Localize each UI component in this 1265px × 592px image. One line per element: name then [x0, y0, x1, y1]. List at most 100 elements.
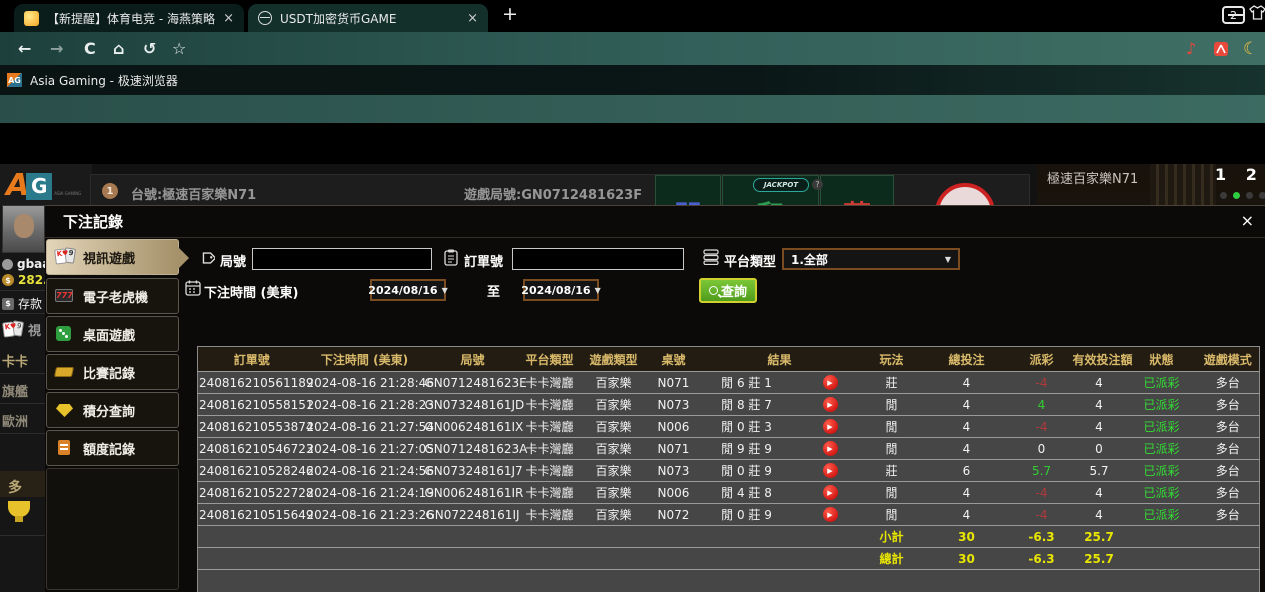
home-icon[interactable]: ⌂: [113, 32, 124, 65]
cell-payout: -4: [1012, 504, 1072, 526]
night-mode-icon[interactable]: ☾: [1243, 32, 1258, 65]
minimize-icon[interactable]: [1228, 14, 1244, 16]
replay-video-icon[interactable]: ▶: [823, 485, 838, 500]
order-input[interactable]: [512, 248, 684, 270]
replay-video-icon[interactable]: ▶: [823, 441, 838, 456]
username-row: gbaa: [2, 257, 45, 271]
sidebar-item-match-records[interactable]: 比賽記錄: [46, 354, 179, 390]
cell-status: 已派彩: [1127, 482, 1197, 504]
browser-tab-2[interactable]: USDT加密货币GAME ×: [248, 4, 488, 32]
cell-platform: 卡卡灣廳: [522, 504, 578, 526]
cell-game-type: 百家樂: [578, 504, 650, 526]
seat-number-badge: 1: [102, 183, 118, 199]
back-icon[interactable]: ←: [18, 32, 31, 65]
table-row: 240816210558151 2024-08-16 21:28:23 GN07…: [198, 394, 1260, 416]
flagship-hall-item[interactable]: 旗艦: [2, 381, 28, 400]
clipboard-icon: [444, 249, 458, 266]
replay-video-icon[interactable]: ▶: [823, 397, 838, 412]
reader-icon[interactable]: [1213, 32, 1229, 65]
bookmark-star-icon[interactable]: ☆: [172, 32, 186, 65]
search-button[interactable]: 查詢: [699, 278, 757, 303]
cell-payout: 0: [1012, 438, 1072, 460]
deposit-icon: $: [2, 298, 14, 310]
cell-round: GN0712481623A: [424, 438, 522, 460]
platform-select[interactable]: 1.全部 ▼: [782, 248, 960, 270]
tab1-title: 【新提醒】体育电竞 - 海燕策略: [47, 10, 215, 27]
cell-payout: -4: [1012, 416, 1072, 438]
trophy-icon[interactable]: [8, 501, 30, 517]
cell-game-type: 百家樂: [578, 416, 650, 438]
modal-sidebar: 9K♥ 視訊遊戲 777 電子老虎機 桌面遊戲 比賽記錄 積分查詢 額度記錄: [45, 239, 182, 592]
sidebar-item-video-games[interactable]: 9K♥ 視訊遊戲: [46, 239, 179, 275]
avatar[interactable]: [2, 205, 45, 253]
cell-game-type: 百家樂: [578, 482, 650, 504]
cell-valid-bet: 4: [1072, 482, 1127, 504]
cell-time: 2024-08-16 21:27:05: [306, 438, 424, 460]
skin-theme-icon[interactable]: [1249, 5, 1265, 24]
new-tab-button[interactable]: +: [502, 3, 518, 25]
replay-video-icon[interactable]: ▶: [823, 419, 838, 434]
screen: 【新提醒】体育电竞 - 海燕策略 × USDT加密货币GAME × + 2 ← …: [0, 0, 1265, 592]
page-top-gap: [0, 123, 1265, 164]
cell-order: 240816210515649: [198, 504, 306, 526]
to-label: 至: [487, 281, 500, 300]
asia-gaming-logo: A G ASIA GAMING: [0, 164, 92, 208]
round-input[interactable]: [252, 248, 432, 270]
sidebar-item-points-query[interactable]: 積分查詢: [46, 392, 179, 428]
cell-game-type: 百家樂: [578, 394, 650, 416]
tab2-title: USDT加密货币GAME: [280, 10, 459, 27]
col-header-play: 玩法: [862, 347, 922, 372]
subtotal-valid: 25.7: [1072, 526, 1127, 548]
replay-video-icon[interactable]: ▶: [823, 463, 838, 478]
cell-valid-bet: 4: [1072, 394, 1127, 416]
undo-icon[interactable]: ↺: [143, 32, 156, 65]
reload-icon[interactable]: C: [84, 32, 96, 65]
jackpot-help-icon[interactable]: ?: [812, 179, 823, 190]
total-bet: 30: [922, 548, 1012, 570]
total-row: 總計 30 -6.3 25.7: [198, 548, 1260, 570]
replay-video-icon[interactable]: ▶: [823, 507, 838, 522]
cell-payout: -4: [1012, 372, 1072, 394]
multi-table-item[interactable]: 多: [8, 477, 22, 497]
cell-round: GN0712481623E: [424, 372, 522, 394]
sidebar-item-slots[interactable]: 777 電子老虎機: [46, 278, 179, 314]
camera-numbers[interactable]: 1 2 3 4: [1215, 165, 1265, 184]
sidebar-item-quota-records[interactable]: 額度記錄: [46, 430, 179, 466]
deposit-item[interactable]: $存款: [2, 295, 42, 312]
subtotal-bet: 30: [922, 526, 1012, 548]
col-header-platform: 平台類型: [522, 347, 578, 372]
cell-mode: 多台: [1197, 372, 1260, 394]
replay-video-icon[interactable]: ▶: [823, 375, 838, 390]
document-icon: [54, 439, 76, 457]
close-icon[interactable]: ×: [1241, 213, 1254, 229]
date-to-picker[interactable]: 2024/08/16 ▼: [523, 279, 599, 301]
col-header-result: 結果: [698, 347, 862, 372]
balance-row: $282.: [2, 273, 45, 287]
cell-table-no: N071: [650, 372, 698, 394]
cell-result: 閒 4 莊 8 ▶: [698, 482, 862, 504]
order-filter-label: 訂單號: [464, 251, 503, 270]
tab1-close-icon[interactable]: ×: [223, 11, 234, 26]
europe-hall-item[interactable]: 歐洲: [2, 411, 28, 430]
cell-result: 閒 0 莊 3 ▶: [698, 416, 862, 438]
date-from-picker[interactable]: 2024/08/16 ▼: [370, 279, 446, 301]
video-games-item[interactable]: 9K♥ 視: [2, 320, 41, 339]
sidebar-item-table-games[interactable]: 桌面遊戲: [46, 316, 179, 352]
tab2-close-icon[interactable]: ×: [467, 11, 478, 26]
music-icon[interactable]: ♪: [1186, 32, 1196, 65]
cell-status: 已派彩: [1127, 438, 1197, 460]
multi-table-highlight: [0, 471, 45, 497]
gem-icon: [54, 401, 76, 419]
cell-round: GN073248161JD: [424, 394, 522, 416]
app-address-row: https://gci.2hhapi.com/agingame/pcv1/ind…: [0, 95, 1265, 123]
cell-mode: 多台: [1197, 394, 1260, 416]
cell-play: 閒: [862, 504, 922, 526]
cell-result: 閒 9 莊 9 ▶: [698, 438, 862, 460]
cell-order: 240816210546723: [198, 438, 306, 460]
browser-tab-1[interactable]: 【新提醒】体育电竞 - 海燕策略 ×: [14, 4, 244, 32]
cell-round: GN006248161IR: [424, 482, 522, 504]
cell-result: 閒 0 莊 9 ▶: [698, 460, 862, 482]
kaka-hall-item[interactable]: 卡卡: [2, 351, 28, 370]
forward-icon[interactable]: →: [50, 32, 63, 65]
cell-time: 2024-08-16 21:28:46: [306, 372, 424, 394]
